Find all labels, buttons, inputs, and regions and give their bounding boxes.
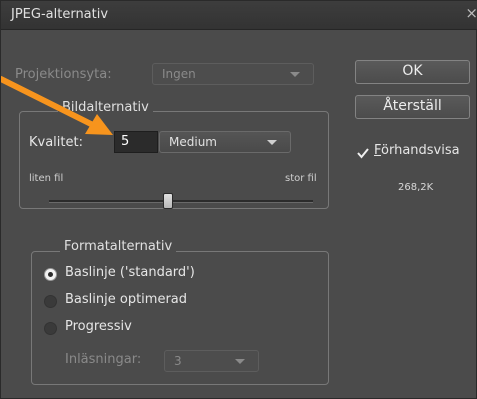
- checkmark-icon: [357, 148, 369, 159]
- projection-select[interactable]: Ingen: [152, 63, 314, 85]
- window-title: JPEG-alternativ: [11, 7, 109, 22]
- chevron-down-icon: [267, 140, 277, 145]
- scans-select-value: 3: [174, 354, 182, 368]
- radio-baseline-standard[interactable]: [44, 268, 57, 281]
- title-bar: JPEG-alternativ ×: [1, 1, 477, 30]
- quality-slider-track[interactable]: [49, 200, 313, 203]
- image-options-legend: Bildalternativ: [58, 100, 153, 115]
- quality-preset-select[interactable]: Medium: [159, 131, 291, 153]
- radio-label-baseline-optimized: Baslinje optimerad: [65, 292, 188, 307]
- close-icon[interactable]: ×: [465, 4, 477, 22]
- file-size-readout: 268,2K: [398, 182, 434, 193]
- radio-label-progressive: Progressiv: [65, 319, 132, 334]
- small-file-label: liten fil: [29, 173, 64, 184]
- chevron-down-icon: [290, 72, 300, 77]
- chevron-down-icon: [235, 359, 245, 364]
- radio-label-baseline-standard: Baslinje ('standard'): [65, 265, 195, 280]
- preview-label-accesskey: F: [374, 143, 382, 158]
- radio-progressive[interactable]: [44, 322, 57, 335]
- quality-input[interactable]: 5: [114, 131, 158, 153]
- quality-slider-handle[interactable]: [162, 193, 173, 209]
- preview-label-rest: örhandsvisa: [381, 143, 460, 158]
- radio-baseline-optimized[interactable]: [44, 295, 57, 308]
- preview-label[interactable]: Förhandsvisa: [374, 143, 460, 158]
- ok-button[interactable]: OK: [355, 60, 470, 84]
- reset-button[interactable]: Återställ: [355, 95, 470, 119]
- quality-preset-value: Medium: [169, 135, 217, 149]
- scans-label: Inläsningar:: [65, 352, 142, 367]
- projection-label: Projektionsyta:: [15, 67, 112, 82]
- large-file-label: stor fil: [285, 173, 317, 184]
- preview-checkbox[interactable]: [356, 145, 370, 159]
- quality-label: Kvalitet:: [29, 135, 83, 150]
- projection-select-value: Ingen: [162, 67, 196, 81]
- format-options-legend: Formatalternativ: [60, 239, 177, 254]
- scans-select[interactable]: 3: [164, 350, 259, 372]
- image-options-group: [19, 111, 329, 209]
- jpeg-options-dialog: JPEG-alternativ × Projektionsyta: Ingen …: [0, 0, 477, 399]
